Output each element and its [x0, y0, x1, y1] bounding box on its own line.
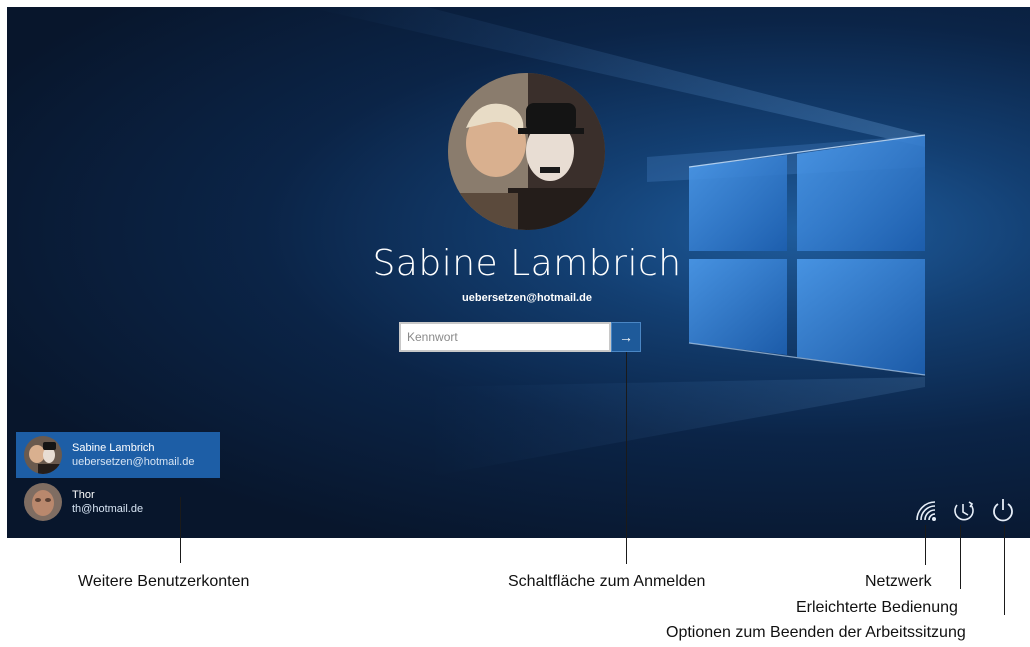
lock-screen: Sabine Lambrich uebersetzen@hotmail.de →…: [7, 7, 1030, 538]
account-avatar: [24, 436, 62, 474]
arrow-right-icon: →: [619, 329, 633, 345]
account-name: Thor: [72, 489, 95, 501]
account-email: uebersetzen@hotmail.de: [72, 456, 195, 468]
callout-line-power: [1004, 525, 1005, 615]
account-avatar: [24, 483, 62, 521]
callout-network: Netzwerk: [865, 573, 932, 590]
account-name: Sabine Lambrich: [72, 442, 155, 454]
ease-of-access-icon[interactable]: [949, 496, 977, 524]
account-item-thor[interactable]: Thor th@hotmail.de: [16, 479, 220, 525]
password-box: →: [399, 322, 641, 352]
callout-line-ease: [960, 525, 961, 589]
callout-signin: Schaltfläche zum Anmelden: [508, 573, 706, 590]
callout-accounts: Weitere Benutzerkonten: [78, 573, 250, 590]
account-email: th@hotmail.de: [72, 503, 144, 515]
password-input[interactable]: [399, 322, 611, 352]
callout-line-accounts: [180, 497, 181, 563]
network-icon[interactable]: [911, 496, 939, 524]
sign-in-button[interactable]: →: [611, 322, 641, 352]
power-icon[interactable]: [989, 496, 1017, 524]
callout-ease: Erleichterte Bedienung: [796, 599, 958, 616]
callout-power: Optionen zum Beenden der Arbeitssitzung: [666, 624, 966, 641]
user-avatar: [448, 73, 605, 230]
user-email: uebersetzen@hotmail.de: [462, 292, 592, 304]
callout-line-network: [925, 525, 926, 565]
account-item-sabine[interactable]: Sabine Lambrich uebersetzen@hotmail.de: [16, 432, 220, 478]
callout-line-signin: [626, 352, 627, 564]
user-name: Sabine Lambrich: [372, 243, 682, 284]
